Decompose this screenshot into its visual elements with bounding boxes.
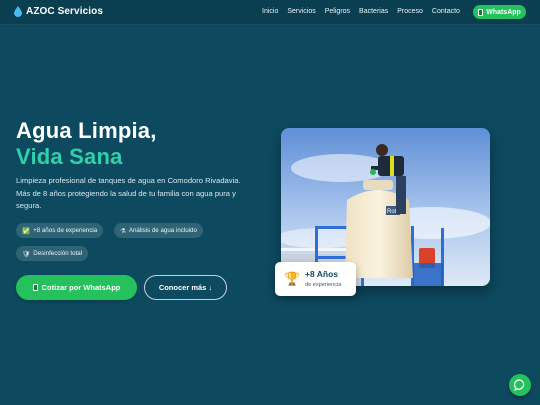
chip-disinfection: 🛡 Desinfección total [16, 246, 89, 261]
chip-experience-label: +8 años de experiencia [33, 227, 98, 234]
experience-badge: 🏆 +8 Años de experiencia [275, 262, 356, 296]
phone-icon [478, 8, 484, 16]
nav-whatsapp-button[interactable]: WhatsApp [473, 5, 526, 19]
nav-links: Inicio Servicios Peligros Bacterias Proc… [262, 8, 469, 15]
hero-title-line2: Vida Sana [16, 144, 123, 169]
top-navbar: AZOC Servicios Inicio Servicios Peligros… [0, 0, 540, 25]
whatsapp-chat-button[interactable] [509, 374, 531, 396]
badge-number: +8 Años [305, 269, 338, 279]
trophy-icon: 🏆 [284, 271, 301, 286]
nav-link-proceso[interactable]: Proceso [397, 8, 423, 15]
nav-link-servicios[interactable]: Servicios [287, 8, 315, 15]
nav-link-inicio[interactable]: Inicio [262, 8, 278, 15]
nav-link-bacterias[interactable]: Bacterias [359, 8, 388, 15]
chip-analysis: ⚗ Análisis de agua incluido [114, 223, 203, 238]
chip-experience: ✅ +8 años de experiencia [16, 223, 104, 238]
phone-icon [32, 284, 38, 291]
shield-icon: 🛡 [22, 250, 31, 258]
brand-name: AZOC Servicios [26, 6, 103, 17]
chip-analysis-label: Análisis de agua incluido [128, 227, 197, 234]
hero-title-line1: Agua Limpia, [16, 118, 157, 143]
chat-bubble-icon [514, 379, 525, 391]
cta-whatsapp-button[interactable]: Cotizar por WhatsApp [16, 275, 137, 300]
svg-text:Rot: Rot [387, 209, 397, 215]
cta-whatsapp-label: Cotizar por WhatsApp [41, 283, 121, 292]
check-icon: ✅ [22, 227, 31, 235]
water-drop-icon [14, 6, 22, 17]
flask-icon: ⚗ [120, 227, 126, 235]
cta-learn-more-label: Conocer más ↓ [158, 283, 213, 292]
nav-link-peligros[interactable]: Peligros [325, 8, 350, 15]
nav-link-contacto[interactable]: Contacto [432, 8, 460, 15]
badge-subtitle: de experiencia [305, 282, 342, 288]
cta-learn-more-button[interactable]: Conocer más ↓ [144, 275, 227, 300]
hero-description: Limpieza profesional de tanques de agua … [16, 176, 241, 210]
nav-whatsapp-label: WhatsApp [486, 8, 521, 16]
brand[interactable]: AZOC Servicios [14, 6, 103, 17]
chip-disinfection-label: Desinfección total [33, 250, 83, 257]
